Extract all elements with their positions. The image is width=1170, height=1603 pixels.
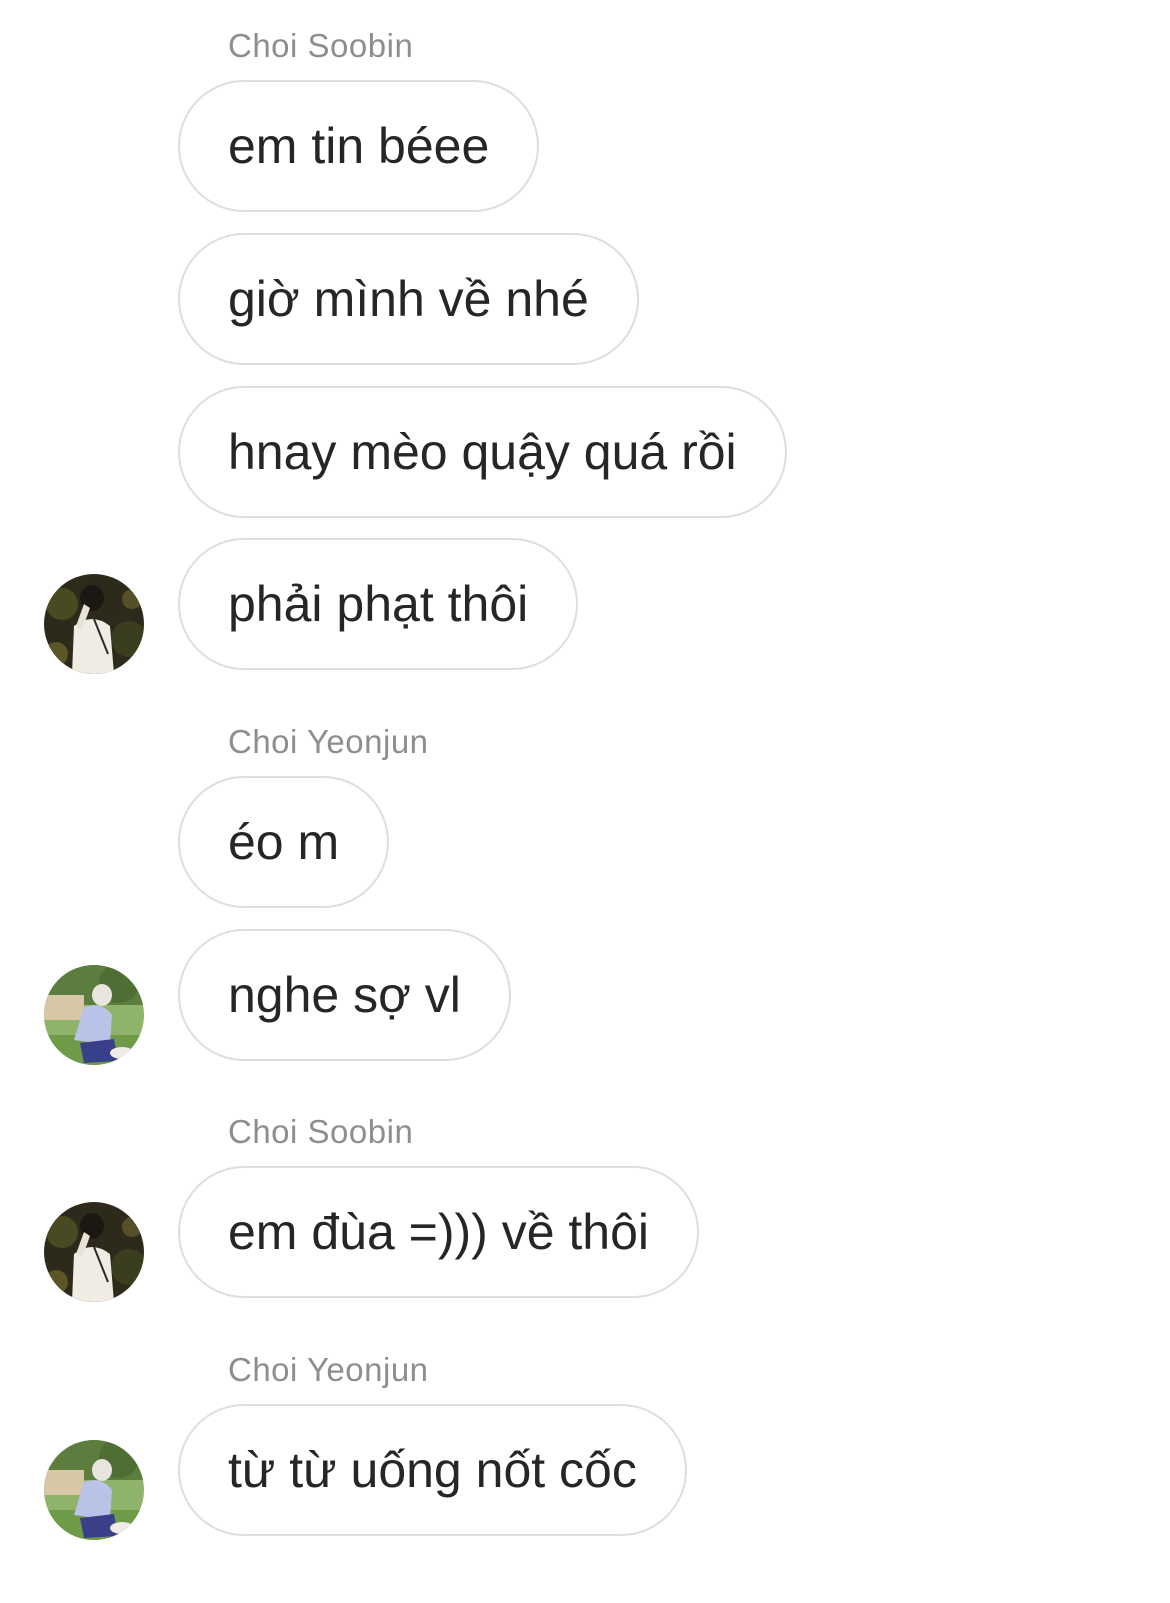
message-text: em tin béee [228,118,490,174]
sender-name: Choi Yeonjun [228,1351,429,1388]
message-bubble[interactable]: em đùa =))) về thôi [178,1166,700,1298]
message-text: giờ mình về nhé [228,271,589,327]
message-bubble[interactable]: hnay mèo quậy quá rồi [178,386,787,518]
avatar-yeonjun[interactable] [44,1440,144,1540]
sender-name: Choi Yeonjun [228,723,429,760]
message-text: éo m [228,814,340,870]
avatar-yeonjun[interactable] [44,965,144,1065]
message-bubble[interactable]: éo m [178,776,390,908]
message-bubble[interactable]: giờ mình về nhé [178,233,639,365]
message-text: hnay mèo quậy quá rồi [228,424,737,480]
message-bubble[interactable]: phải phạt thôi [178,538,579,670]
message-bubble[interactable]: em tin béee [178,80,540,212]
avatar-soobin[interactable] [44,574,144,674]
avatar-soobin[interactable] [44,1202,144,1302]
message-text: từ từ uống nốt cốc [228,1442,637,1498]
message-bubble[interactable]: từ từ uống nốt cốc [178,1404,687,1536]
sender-name: Choi Soobin [228,27,414,64]
message-bubble[interactable]: nghe sợ vl [178,929,511,1061]
message-text: nghe sợ vl [228,967,461,1023]
message-text: em đùa =))) về thôi [228,1204,650,1260]
sender-name: Choi Soobin [228,1113,414,1150]
message-text: phải phạt thôi [228,576,529,632]
